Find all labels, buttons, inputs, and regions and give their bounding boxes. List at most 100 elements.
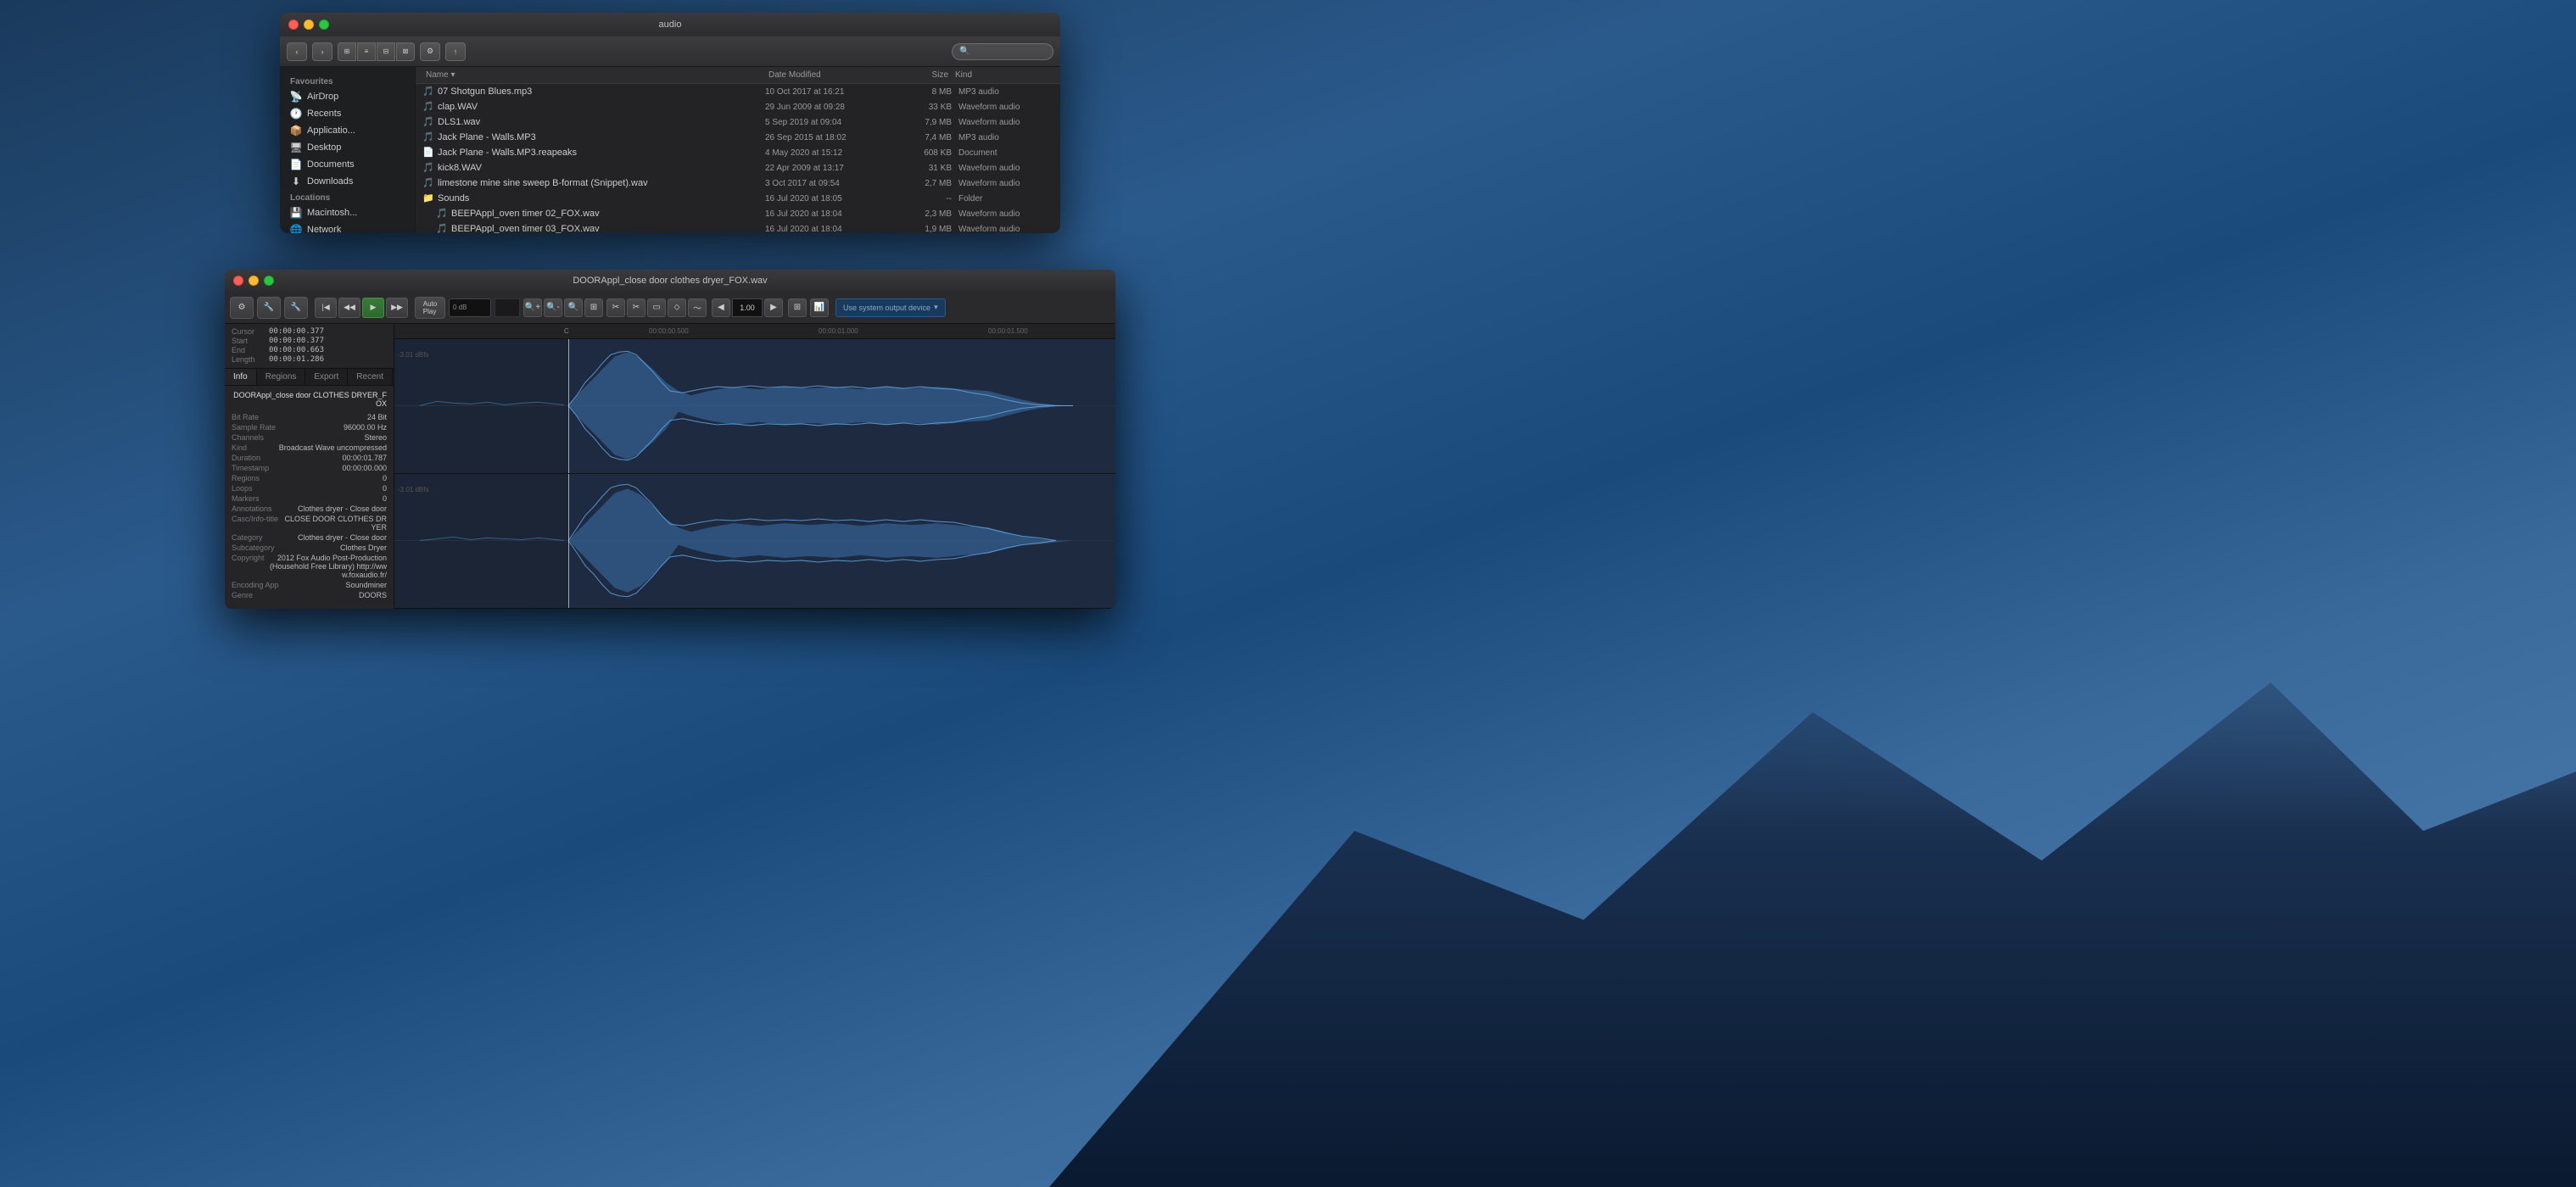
sidebar-item-label: Recents	[307, 109, 341, 119]
close-button[interactable]	[288, 20, 299, 30]
zoom-decrement[interactable]: ◀	[712, 298, 730, 317]
volume-control[interactable]: 0 dB	[449, 298, 491, 317]
file-row[interactable]: 🎵BEEPAppl_oven timer 03_FOX.wav16 Jul 20…	[416, 221, 1060, 233]
play-button[interactable]: ▶	[362, 298, 384, 318]
list-view-button[interactable]: ≡	[357, 42, 376, 61]
edit-controls: ✂ ✂ ▭ ⬦ 〜	[606, 298, 707, 317]
zoom-in-button[interactable]: 🔍+	[523, 298, 542, 317]
file-row[interactable]: 📁Sounds16 Jul 2020 at 18:05--Folder	[416, 191, 1060, 206]
file-date: 29 Jun 2009 at 09:28	[765, 103, 892, 112]
file-icon: 🎵	[436, 208, 448, 220]
zoom-increment[interactable]: ▶	[764, 298, 783, 317]
tab-export[interactable]: Export	[305, 369, 348, 385]
finder-toolbar: ‹ › ⊞ ≡ ⊟ ⊠ ⚙ ↑ 🔍	[280, 36, 1060, 67]
cut-button[interactable]: ✂	[627, 298, 645, 317]
column-view-button[interactable]: ⊟	[377, 42, 395, 61]
envelope-button[interactable]: 〜	[688, 298, 707, 317]
normalize-button[interactable]: ⊞	[788, 298, 807, 317]
fast-forward-button[interactable]: ▶▶	[386, 298, 408, 318]
gallery-view-button[interactable]: ⊠	[396, 42, 415, 61]
finder-window: audio ‹ › ⊞ ≡ ⊟ ⊠ ⚙ ↑ 🔍 Favourites 📡 Air…	[280, 13, 1060, 233]
volume-slider[interactable]	[495, 298, 520, 317]
end-row: End 00:00:00.663	[232, 346, 387, 354]
meters-button[interactable]: 📊	[810, 298, 829, 317]
sidebar-item-label: Desktop	[307, 142, 341, 153]
audio-close-button[interactable]	[233, 276, 243, 286]
minimize-button[interactable]	[304, 20, 314, 30]
file-name-text: 07 Shotgun Blues.mp3	[438, 86, 532, 97]
favourites-label: Favourites	[280, 74, 415, 88]
waveform-channel-1[interactable]: -3.01 dBfs	[394, 339, 1115, 474]
zoom-fit-button[interactable]: ⊞	[584, 298, 603, 317]
sidebar-item-downloads[interactable]: ⬇ Downloads	[280, 173, 415, 190]
kind-column-header[interactable]: Kind	[952, 69, 1053, 81]
tab-recent[interactable]: Recent	[348, 369, 393, 385]
file-row[interactable]: 🎵BEEPAppl_oven timer 02_FOX.wav16 Jul 20…	[416, 206, 1060, 221]
file-icon: 🎵	[422, 162, 434, 174]
audio-minimize-button[interactable]	[249, 276, 259, 286]
share-button[interactable]: ↑	[445, 42, 466, 61]
audio-maximize-button[interactable]	[264, 276, 274, 286]
file-table-header: Name ▾ Date Modified Size Kind	[416, 67, 1060, 84]
auto-play-button[interactable]: AutoPlay	[415, 297, 445, 319]
sidebar-item-recents[interactable]: 🕐 Recents	[280, 105, 415, 122]
tab-regions[interactable]: Regions	[257, 369, 306, 385]
channels-label: Channels	[232, 433, 264, 442]
audio-tools-btn[interactable]: 🔧	[257, 297, 281, 319]
regions-row: Regions 0	[232, 474, 387, 482]
file-kind: MP3 audio	[952, 133, 1053, 142]
maximize-button[interactable]	[319, 20, 329, 30]
sidebar-item-documents[interactable]: 📄 Documents	[280, 156, 415, 173]
tab-info[interactable]: Info	[225, 369, 257, 385]
trim-button[interactable]: ✂	[606, 298, 625, 317]
audio-settings-btn[interactable]: ⚙	[230, 297, 254, 319]
airdrop-icon: 📡	[290, 91, 302, 103]
file-row[interactable]: 🎵kick8.WAV22 Apr 2009 at 13:1731 KBWavef…	[416, 160, 1060, 176]
sidebar-item-network[interactable]: 🌐 Network	[280, 221, 415, 233]
view-buttons: ⊞ ≡ ⊟ ⊠	[338, 42, 415, 61]
search-icon: 🔍	[959, 47, 969, 56]
waveform-channel-2[interactable]: -3.01 dBfs	[394, 474, 1115, 609]
file-kind: Waveform audio	[952, 179, 1053, 188]
back-button[interactable]: ‹	[287, 42, 307, 61]
sidebar-item-label: Downloads	[307, 176, 353, 187]
region-button[interactable]: ▭	[647, 298, 666, 317]
search-box[interactable]: 🔍	[952, 43, 1053, 60]
output-device-selector[interactable]: Use system output device ▾	[835, 298, 946, 317]
sort-button[interactable]: ⚙	[420, 42, 440, 61]
sidebar-item-label: Applicatio...	[307, 125, 355, 136]
icon-view-button[interactable]: ⊞	[338, 42, 356, 61]
zoom-reset-button[interactable]: 🔍	[564, 298, 583, 317]
date-column-header[interactable]: Date Modified	[765, 69, 892, 81]
file-row[interactable]: 🎵limestone mine sine sweep B-format (Sni…	[416, 176, 1060, 191]
sidebar-item-macintosh[interactable]: 💾 Macintosh...	[280, 204, 415, 221]
name-column-header[interactable]: Name ▾	[422, 69, 765, 81]
file-kind: Waveform audio	[952, 164, 1053, 173]
file-name-text: kick8.WAV	[438, 163, 482, 173]
end-label: End	[232, 346, 265, 354]
zoom-out-button[interactable]: 🔍-	[544, 298, 562, 317]
cursor-time: 00:00:00.377	[269, 327, 324, 336]
marker-button[interactable]: ⬦	[668, 298, 686, 317]
sidebar-item-airdrop[interactable]: 📡 AirDrop	[280, 88, 415, 105]
file-row[interactable]: 🎵07 Shotgun Blues.mp310 Oct 2017 at 16:2…	[416, 84, 1060, 99]
start-time: 00:00:00.377	[269, 337, 324, 345]
sidebar-item-applications[interactable]: 📦 Applicatio...	[280, 122, 415, 139]
forward-button[interactable]: ›	[312, 42, 332, 61]
encoding-app-label: Encoding App	[232, 581, 279, 589]
sidebar-item-desktop[interactable]: 🖥 Desktop	[280, 139, 415, 156]
documents-icon: 📄	[290, 159, 302, 170]
file-date: 22 Apr 2009 at 13:17	[765, 164, 892, 173]
go-start-button[interactable]: |◀	[315, 298, 337, 318]
macintosh-icon: 💾	[290, 207, 302, 219]
file-row[interactable]: 🎵clap.WAV29 Jun 2009 at 09:2833 KBWavefo…	[416, 99, 1060, 114]
file-row[interactable]: 🎵DLS1.wav5 Sep 2019 at 09:047,9 MBWavefo…	[416, 114, 1060, 130]
audio-waveform-area[interactable]: C 00:00:00.500 00:00:01.000 00:00:01.500…	[394, 324, 1115, 609]
rewind-button[interactable]: ◀◀	[338, 298, 360, 318]
file-row[interactable]: 🎵Jack Plane - Walls.MP326 Sep 2015 at 18…	[416, 130, 1060, 145]
size-column-header[interactable]: Size	[892, 69, 952, 81]
file-row[interactable]: 📄Jack Plane - Walls.MP3.reapeaks4 May 20…	[416, 145, 1060, 160]
file-name-cell: 🎵BEEPAppl_oven timer 02_FOX.wav	[422, 208, 765, 220]
audio-extra-btn[interactable]: 🔧	[284, 297, 308, 319]
timestamp-value: 00:00:00.000	[342, 464, 387, 472]
